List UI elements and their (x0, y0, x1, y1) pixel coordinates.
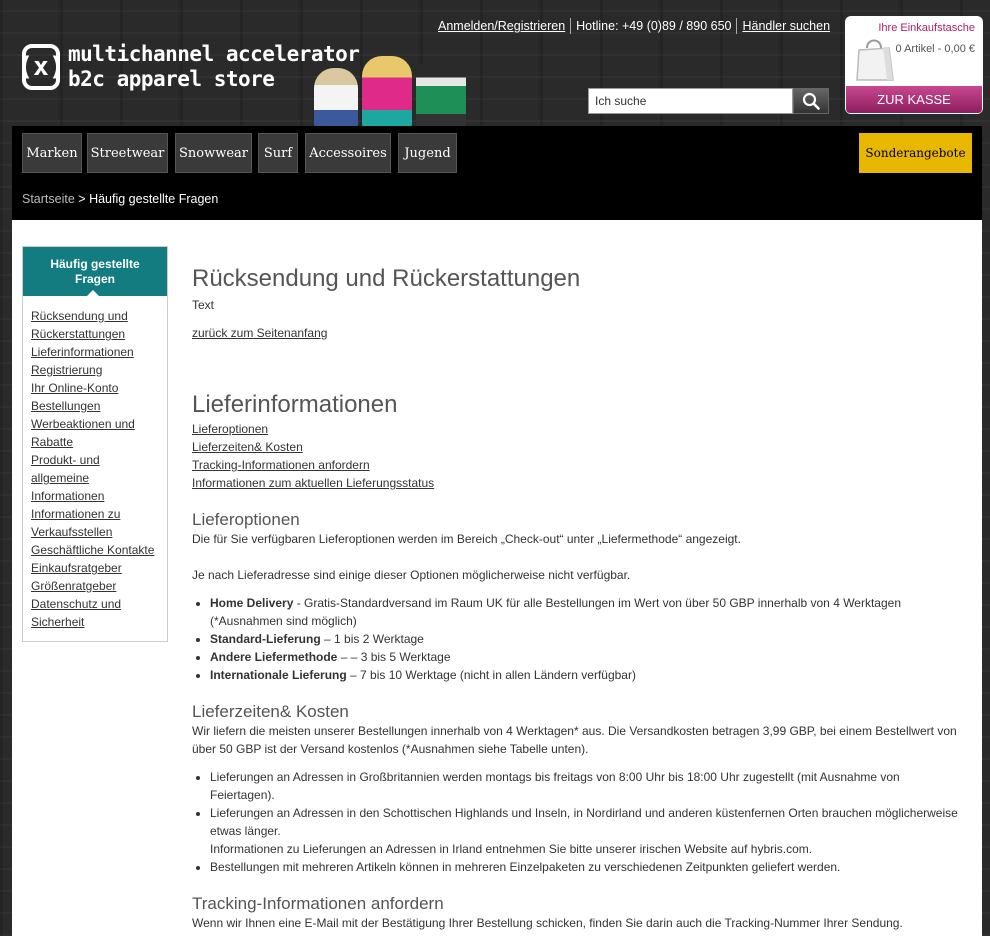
kids-banner-image (310, 52, 480, 128)
option-label: Internationale Lieferung (210, 668, 347, 682)
nav-item-jugend[interactable]: Jugend (398, 133, 457, 173)
returns-heading: Rücksendung und Rückerstattungen (192, 265, 581, 292)
breadcrumb-home-link[interactable]: Startseite (22, 192, 75, 206)
sidebar-item-business-contacts[interactable]: Geschäftliche Kontakte (31, 541, 159, 559)
option-text: - Gratis-Standardversand im Raum UK für … (210, 596, 902, 628)
times-paragraph: Wir liefern die meisten unserer Bestellu… (192, 724, 957, 756)
faq-main: Rücksendung und Rückerstattungen Text zu… (192, 264, 962, 932)
divider (570, 18, 572, 34)
back-to-top-link[interactable]: zurück zum Seitenanfang (192, 326, 327, 340)
toc-link-tracking[interactable]: Tracking-Informationen anfordern (192, 456, 962, 474)
list-item-text: Informationen zu Lieferungen an Adressen… (210, 842, 813, 856)
delivery-heading: Lieferinformationen (192, 391, 398, 418)
option-text: – 7 bis 10 Werktage (nicht in allen Länd… (346, 668, 636, 682)
faq-sidebar: Häufig gestellte Fragen Rücksendung und … (22, 246, 168, 642)
sidebar-item-size-guide[interactable]: Größenratgeber (31, 577, 159, 595)
sidebar-item-registration[interactable]: Registrierung (31, 361, 159, 379)
returns-text: Text (192, 298, 215, 312)
sidebar-title: Häufig gestellte Fragen (23, 247, 167, 296)
tracking-heading: Tracking-Informationen anfordern (192, 894, 444, 913)
search-button[interactable] (793, 88, 829, 114)
list-item: Lieferungen an Adressen in den Schottisc… (210, 804, 962, 858)
option-label: Home Delivery (210, 596, 294, 610)
main-navigation: Marken Streetwear Snowwear Surf Accessoi… (12, 126, 982, 220)
cart-count: 0 Artikel - 0,00 € (895, 43, 976, 55)
logo-mark-icon: (x) (18, 44, 64, 90)
sidebar-item-orders[interactable]: Bestellungen (31, 397, 159, 415)
times-list: Lieferungen an Adressen in Großbritannie… (192, 768, 962, 876)
option-text: – 1 bis 2 Werktage (320, 632, 424, 646)
shopping-bag-icon (856, 39, 894, 81)
option-label: Standard-Lieferung (210, 632, 321, 646)
hotline-text: Hotline: +49 (0)89 / 890 650 (576, 19, 732, 33)
list-item: Lieferungen an Adressen in Großbritannie… (210, 768, 962, 804)
sidebar-item-product-info[interactable]: Produkt- und allgemeine Informationen (31, 451, 159, 505)
search-icon (802, 92, 820, 110)
store-logo[interactable]: (x) multichannel accelerator b2c apparel… (18, 42, 360, 102)
cart-title: Ihre Einkaufstasche (878, 22, 975, 34)
breadcrumb-current: Häufig gestellte Fragen (89, 192, 219, 206)
options-list: Home Delivery - Gratis-Standardversand i… (192, 594, 962, 684)
toc-link-options[interactable]: Lieferoptionen (192, 420, 962, 438)
sidebar-links: Rücksendung und Rückerstattungen Lieferi… (23, 296, 167, 641)
nav-item-streetwear[interactable]: Streetwear (87, 133, 168, 173)
nav-item-accessoires[interactable]: Accessoires (305, 133, 391, 173)
sidebar-item-stores[interactable]: Informationen zu Verkaufsstellen (31, 505, 159, 541)
delivery-toc: Lieferoptionen Lieferzeiten& Kosten Trac… (192, 420, 962, 492)
breadcrumb-separator: > (74, 192, 90, 206)
list-item: Andere Liefermethode – – 3 bis 5 Werktag… (210, 648, 962, 666)
tracking-paragraph: Wenn wir Ihnen eine E-Mail mit der Bestä… (192, 916, 903, 930)
top-links: Anmelden/Registrieren Hotline: +49 (0)89… (438, 17, 830, 35)
times-heading: Lieferzeiten& Kosten (192, 702, 349, 721)
nav-item-marken[interactable]: Marken (22, 133, 82, 173)
sidebar-item-promotions[interactable]: Werbeaktionen und Rabatte (31, 415, 159, 451)
nav-item-sonderangebote[interactable]: Sonderangebote (859, 133, 972, 173)
sidebar-item-account[interactable]: Ihr Online-Konto (31, 379, 159, 397)
list-item: Home Delivery - Gratis-Standardversand i… (210, 594, 962, 630)
dealer-search-link[interactable]: Händler suchen (742, 19, 830, 33)
options-paragraph-2: Je nach Lieferadresse sind einige dieser… (192, 568, 631, 582)
search-box (588, 88, 830, 114)
login-register-link[interactable]: Anmelden/Registrieren (438, 19, 565, 33)
nav-item-snowwear[interactable]: Snowwear (175, 133, 252, 173)
list-item: Bestellungen mit mehreren Artikeln könne… (210, 858, 962, 876)
sidebar-item-returns[interactable]: Rücksendung und Rückerstattungen (31, 307, 159, 343)
divider (736, 18, 738, 34)
content-area: Häufig gestellte Fragen Rücksendung und … (12, 220, 982, 936)
options-paragraph-1: Die für Sie verfügbaren Lieferoptionen w… (192, 532, 741, 546)
options-heading: Lieferoptionen (192, 510, 300, 529)
option-label: Andere Liefermethode (210, 650, 338, 664)
toc-link-status[interactable]: Informationen zum aktuellen Lieferungsst… (192, 474, 962, 492)
search-input[interactable] (588, 88, 793, 114)
sidebar-item-privacy[interactable]: Datenschutz und Sicherheit (31, 595, 159, 631)
sidebar-item-shopping-guide[interactable]: Einkaufsratgeber (31, 559, 159, 577)
nav-item-surf[interactable]: Surf (258, 133, 298, 173)
option-text: – – 3 bis 5 Werktage (337, 650, 451, 664)
checkout-button[interactable]: ZUR KASSE (846, 86, 982, 113)
list-item-text: Lieferungen an Adressen in den Schottisc… (210, 806, 958, 838)
breadcrumb: Startseite > Häufig gestellte Fragen (22, 192, 218, 206)
toc-link-times[interactable]: Lieferzeiten& Kosten (192, 438, 962, 456)
list-item: Standard-Lieferung – 1 bis 2 Werktage (210, 630, 962, 648)
list-item: Internationale Lieferung – 7 bis 10 Werk… (210, 666, 962, 684)
sidebar-item-delivery[interactable]: Lieferinformationen (31, 343, 159, 361)
